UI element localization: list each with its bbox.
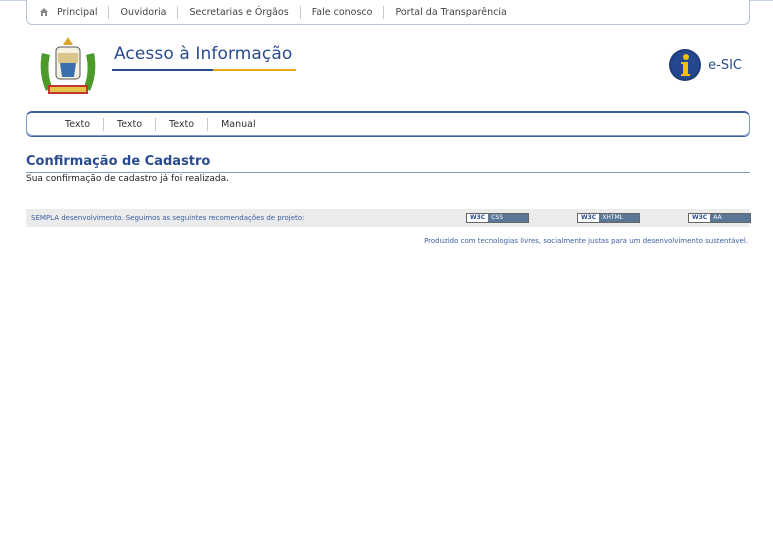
home-icon — [40, 8, 48, 16]
subnav-item-texto-1[interactable]: Texto — [27, 118, 103, 131]
w3c-label: W3C — [467, 214, 489, 222]
standard-label: AA — [710, 214, 751, 222]
top-navigation: Principal Ouvidoria Secretarias e Órgãos… — [26, 0, 750, 25]
esic-link[interactable]: e-SIC — [668, 48, 742, 82]
nav-label-ouvidoria: Ouvidoria — [120, 6, 167, 18]
footer-note: Produzido com tecnologias livres, social… — [424, 237, 748, 245]
w3c-label: W3C — [689, 214, 711, 222]
standard-label: XHTML — [599, 214, 640, 222]
esic-label: e-SIC — [708, 57, 742, 73]
confirmation-message: Sua confirmação de cadastro já foi reali… — [26, 174, 229, 184]
site-title[interactable]: Acesso à Informação — [114, 44, 292, 64]
nav-item-principal[interactable]: Principal — [27, 6, 108, 19]
subnav-item-manual[interactable]: Manual — [207, 117, 269, 131]
footer-bar: SEMPLA desenvolvimento. Seguimos as segu… — [26, 209, 752, 227]
subnav-item-texto-3[interactable]: Texto — [155, 117, 207, 131]
title-underline — [112, 69, 296, 71]
nav-item-ouvidoria[interactable]: Ouvidoria — [108, 5, 177, 19]
municipal-coat-of-arms-logo[interactable] — [36, 33, 100, 103]
sub-navigation: Texto Texto Texto Manual — [26, 111, 750, 136]
standard-label: CSS — [488, 214, 529, 222]
site-title-block: Acesso à Informação — [112, 44, 296, 71]
w3c-css-badge[interactable]: W3C CSS — [466, 213, 530, 223]
w3c-aa-badge[interactable]: W3C AA — [688, 213, 752, 223]
page-title: Confirmação de Cadastro — [26, 154, 211, 169]
nav-label-portal-transparencia: Portal da Transparência — [395, 6, 507, 18]
footer-text[interactable]: SEMPLA desenvolvimento. Seguimos as segu… — [31, 214, 304, 222]
nav-label-fale-conosco: Fale conosco — [311, 6, 373, 18]
subnav-label: Manual — [221, 118, 256, 130]
info-icon — [669, 49, 702, 81]
title-divider — [26, 172, 750, 173]
nav-item-portal-transparencia[interactable]: Portal da Transparência — [383, 5, 517, 19]
subnav-item-texto-2[interactable]: Texto — [103, 117, 155, 131]
nav-item-fale-conosco[interactable]: Fale conosco — [299, 5, 384, 19]
subnav-label: Texto — [65, 118, 91, 130]
w3c-label: W3C — [578, 214, 600, 222]
subnav-label: Texto — [169, 118, 195, 130]
w3c-xhtml-badge[interactable]: W3C XHTML — [577, 213, 641, 223]
nav-item-secretarias[interactable]: Secretarias e Órgãos — [177, 5, 299, 19]
nav-label-principal: Principal — [57, 6, 98, 18]
site-header: Acesso à Informação e-SIC — [26, 30, 750, 112]
subnav-label: Texto — [117, 118, 143, 130]
nav-label-secretarias: Secretarias e Órgãos — [189, 6, 289, 18]
